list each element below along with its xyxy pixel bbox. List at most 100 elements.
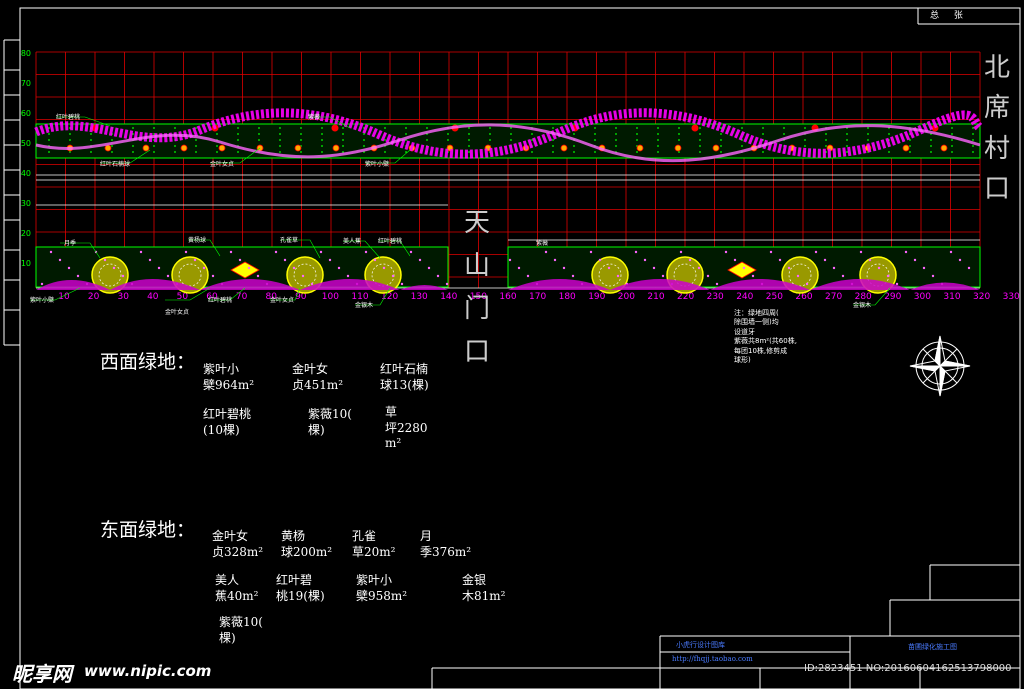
x-tick-label: 300 bbox=[914, 292, 931, 302]
flower-dot bbox=[247, 266, 251, 270]
flower-dot bbox=[859, 250, 863, 254]
y-tick-label: 40 bbox=[21, 169, 31, 178]
planting-dot bbox=[741, 127, 743, 129]
planting-dot bbox=[573, 151, 575, 153]
flower-dot bbox=[148, 258, 152, 262]
x-tick-label: 170 bbox=[529, 292, 546, 302]
title-block-project: 苗圃绿化施工图 bbox=[908, 643, 957, 651]
east-item: 红叶碧 桃19(棵) bbox=[276, 573, 325, 603]
planting-dot bbox=[489, 133, 491, 135]
planting-dot bbox=[489, 139, 491, 141]
planting-dot bbox=[846, 133, 848, 135]
flower-dot bbox=[301, 274, 305, 278]
planting-dot bbox=[531, 151, 533, 153]
planting-dot bbox=[804, 139, 806, 141]
planting-dot bbox=[153, 127, 155, 129]
planting-dot bbox=[468, 127, 470, 129]
y-tick-label: 80 bbox=[21, 49, 31, 58]
flower-dot bbox=[652, 266, 656, 270]
flower-dot bbox=[400, 282, 404, 286]
callout-label: 紫叶小檗 bbox=[30, 296, 54, 304]
sign-char: 席 bbox=[983, 93, 1010, 124]
callout-label: 美人蕉 bbox=[343, 237, 361, 245]
image-id-line: ID:2823451 NO:20160604162513798000 bbox=[804, 663, 1012, 674]
planting-dot bbox=[636, 127, 638, 129]
planting-dot bbox=[426, 139, 428, 141]
planting-dot bbox=[846, 151, 848, 153]
flower-dot bbox=[328, 258, 332, 262]
west-item: 红叶碧桃 (10棵) bbox=[203, 407, 252, 437]
planting-dot bbox=[300, 151, 302, 153]
flower-dot bbox=[697, 266, 701, 270]
planting-dot bbox=[699, 139, 701, 141]
x-tick-label: 30 bbox=[117, 292, 129, 302]
planting-dot bbox=[153, 151, 155, 153]
planting-dot bbox=[90, 133, 92, 135]
flower-dot bbox=[814, 250, 818, 254]
callout-label: 紫薇 bbox=[536, 239, 548, 247]
flower-dot bbox=[553, 258, 557, 262]
planting-dot bbox=[552, 139, 554, 141]
flower-dot bbox=[58, 258, 62, 262]
cad-drawing: 8070605040302010 10 20 30 40 50 60 70 80 90 100 11… bbox=[3, 7, 1021, 689]
flower-dot bbox=[607, 266, 611, 270]
tree-mark bbox=[691, 124, 699, 132]
planting-dot bbox=[132, 145, 134, 147]
callout-label: 红叶碧桃 bbox=[56, 113, 80, 121]
x-tick-label: 110 bbox=[351, 292, 368, 302]
planting-dot bbox=[342, 127, 344, 129]
planting-dot bbox=[615, 145, 617, 147]
planting-dot bbox=[279, 127, 281, 129]
shrub-mark bbox=[940, 144, 948, 152]
flower-dot bbox=[229, 250, 233, 254]
flower-dot bbox=[418, 258, 422, 262]
flower-dot bbox=[445, 282, 449, 286]
planting-dot bbox=[867, 127, 869, 129]
flower-dot bbox=[166, 274, 170, 278]
flower-dot bbox=[589, 250, 593, 254]
x-tick-label: 210 bbox=[647, 292, 664, 302]
flower-dot bbox=[436, 274, 440, 278]
flower-dot bbox=[364, 250, 368, 254]
planting-dot bbox=[216, 151, 218, 153]
planting-dot bbox=[657, 151, 659, 153]
watermark-brand: 昵享网 bbox=[12, 662, 72, 686]
east-item: 金叶女 贞328m² bbox=[212, 529, 264, 559]
planting-dot bbox=[720, 127, 722, 129]
flower-dot bbox=[616, 274, 620, 278]
planting-dot bbox=[321, 139, 323, 141]
flower-dot bbox=[409, 250, 413, 254]
flower-dot bbox=[391, 274, 395, 278]
south-planting-strip bbox=[35, 246, 981, 294]
planting-dot bbox=[48, 139, 50, 141]
shrub-mark bbox=[332, 144, 340, 152]
shrub-mark bbox=[218, 144, 226, 152]
planting-dot bbox=[804, 145, 806, 147]
east-item: 金银 木81m² bbox=[462, 573, 506, 603]
callout-label: 紫薇 bbox=[308, 113, 320, 121]
planting-dot bbox=[678, 139, 680, 141]
north-village-entrance-sign: 北 席 村 口 bbox=[983, 48, 1011, 209]
x-tick-label: 230 bbox=[707, 292, 724, 302]
planting-dot bbox=[216, 133, 218, 135]
west-item: 草 坪2280 m² bbox=[385, 405, 428, 451]
tree-mark bbox=[331, 124, 339, 132]
flower-dot bbox=[661, 274, 665, 278]
planting-dot bbox=[930, 139, 932, 141]
planting-dot bbox=[846, 145, 848, 147]
callout-label: 红叶碧桃 bbox=[208, 296, 232, 304]
planting-dot bbox=[237, 139, 239, 141]
flower-dot bbox=[193, 258, 197, 262]
planting-dot bbox=[510, 133, 512, 135]
west-green-title: 西面绿地： bbox=[100, 351, 196, 373]
flower-dot bbox=[733, 258, 737, 262]
y-tick-label: 60 bbox=[21, 109, 31, 118]
flower-dot bbox=[508, 258, 512, 262]
planting-dot bbox=[90, 151, 92, 153]
planting-dot bbox=[90, 139, 92, 141]
planting-dot bbox=[468, 151, 470, 153]
planting-dot bbox=[720, 139, 722, 141]
flower-dot bbox=[76, 274, 80, 278]
flower-dot bbox=[688, 258, 692, 262]
planting-dot bbox=[447, 139, 449, 141]
